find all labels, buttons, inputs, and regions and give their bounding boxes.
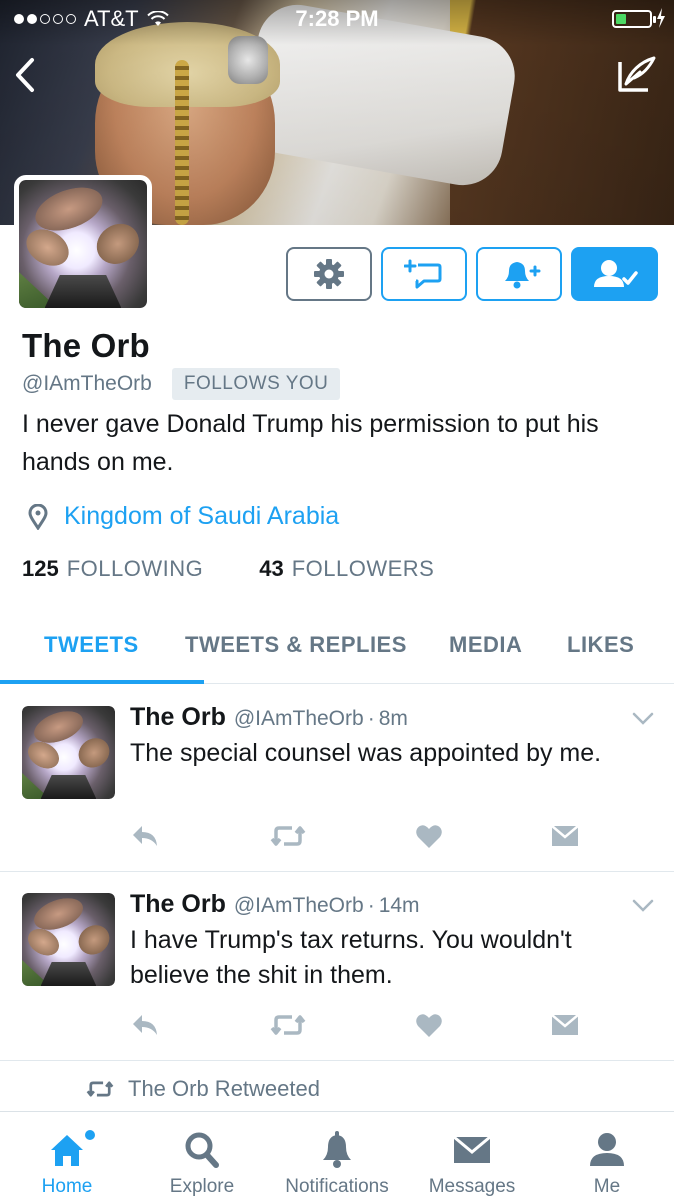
tweet-separator: · <box>367 707 375 730</box>
following-count: 125 <box>22 556 59 581</box>
nav-me-label: Me <box>593 1176 621 1197</box>
location-row: Kingdom of Saudi Arabia <box>28 502 339 531</box>
search-icon <box>185 1132 219 1168</box>
like-heart-icon[interactable] <box>415 823 443 849</box>
tweet-author-handle: @IAmTheOrb <box>233 707 364 730</box>
profile-avatar[interactable] <box>14 175 152 313</box>
location-pin-icon <box>28 503 48 530</box>
profile-actions <box>286 247 658 301</box>
tweet-timestamp: 14m <box>378 894 420 917</box>
tweet-avatar[interactable] <box>22 893 115 986</box>
tweet-timestamp: 8m <box>378 707 408 730</box>
home-icon <box>51 1135 83 1166</box>
signal-strength-icon <box>14 14 76 24</box>
tweet-author-name[interactable]: The Orb <box>130 890 226 919</box>
following-stat[interactable]: 125 FOLLOWING <box>22 556 203 582</box>
tweet-text: The special counsel was appointed by me. <box>130 739 602 767</box>
compose-tweet-icon[interactable] <box>614 52 660 96</box>
settings-button[interactable] <box>286 247 372 301</box>
bottom-navigation: Home Explore Notifications Messages Me <box>0 1111 674 1200</box>
chevron-down-icon[interactable] <box>632 712 654 726</box>
tweet-actions <box>130 823 580 853</box>
tab-tweets[interactable]: TWEETS <box>44 632 139 658</box>
active-tab-indicator <box>0 680 204 684</box>
profile-name: The Orb <box>22 327 150 364</box>
nav-messages-label: Messages <box>428 1176 516 1197</box>
like-heart-icon[interactable] <box>415 1012 443 1038</box>
reply-icon[interactable] <box>130 1012 160 1038</box>
message-plus-icon <box>404 259 442 289</box>
carrier-label: AT&T <box>84 6 139 31</box>
follow-stats: 125 FOLLOWING 43 FOLLOWERS <box>22 556 490 582</box>
nav-home[interactable]: Home <box>0 1112 134 1200</box>
handle-row: @IAmTheOrb FOLLOWS YOU <box>22 368 341 400</box>
direct-message-button[interactable] <box>381 247 467 301</box>
reply-icon[interactable] <box>130 823 160 849</box>
followers-stat[interactable]: 43 FOLLOWERS <box>259 556 434 582</box>
charging-bolt-icon <box>657 8 665 28</box>
direct-message-icon[interactable] <box>550 1012 580 1038</box>
direct-message-icon[interactable] <box>550 823 580 849</box>
following-label: FOLLOWING <box>66 556 204 581</box>
tweet-header: The Orb @IAmTheOrb · 14m <box>130 890 420 919</box>
tab-tweets-replies[interactable]: TWEETS & REPLIES <box>185 632 407 658</box>
followers-label: FOLLOWERS <box>291 556 435 581</box>
chevron-down-icon[interactable] <box>632 899 654 913</box>
retweet-small-icon <box>86 1081 114 1097</box>
tab-likes[interactable]: LIKES <box>567 632 634 658</box>
wifi-icon <box>146 11 169 26</box>
retweet-icon[interactable] <box>270 823 306 849</box>
person-icon <box>590 1133 624 1166</box>
followers-count: 43 <box>259 556 284 581</box>
tweet-text: I have Trump's tax returns. You wouldn't… <box>130 926 572 989</box>
follows-you-badge: FOLLOWS YOU <box>171 368 341 400</box>
battery-icon <box>612 10 656 28</box>
retweet-icon[interactable] <box>270 1012 306 1038</box>
retweeted-indicator: The Orb Retweeted <box>86 1076 320 1102</box>
gear-icon <box>314 259 344 289</box>
tweet-author-handle: @IAmTheOrb <box>233 894 364 917</box>
bell-icon <box>323 1131 351 1168</box>
retweeted-label: The Orb Retweeted <box>128 1076 320 1101</box>
nav-explore[interactable]: Explore <box>135 1112 269 1200</box>
following-button[interactable] <box>571 247 658 301</box>
tweet-author-name[interactable]: The Orb <box>130 703 226 732</box>
profile-tabs: TWEETS TWEETS & REPLIES MEDIA LIKES <box>0 612 674 684</box>
nav-home-label: Home <box>41 1176 93 1197</box>
tweet-avatar[interactable] <box>22 706 115 799</box>
profile-handle: @IAmTheOrb <box>22 372 152 395</box>
profile-location-link[interactable]: Kingdom of Saudi Arabia <box>64 502 339 531</box>
nav-notifications[interactable]: Notifications <box>270 1112 404 1200</box>
status-bar: AT&T 7:28 PM <box>0 0 674 38</box>
person-check-icon <box>593 260 638 287</box>
tweet-item[interactable]: The Orb @IAmTheOrb · 14m I have Trump's … <box>0 872 674 1061</box>
profile-bio: I never gave Donald Trump his permission… <box>22 410 599 476</box>
notifications-toggle-button[interactable] <box>476 247 562 301</box>
bell-plus-icon <box>505 262 541 289</box>
tweet-separator: · <box>367 894 375 917</box>
nav-notifications-label: Notifications <box>285 1176 389 1197</box>
nav-me[interactable]: Me <box>540 1112 674 1200</box>
envelope-icon <box>453 1135 491 1163</box>
tab-media[interactable]: MEDIA <box>449 632 522 658</box>
tweet-actions <box>130 1012 580 1042</box>
tweet-header: The Orb @IAmTheOrb · 8m <box>130 703 408 732</box>
nav-messages[interactable]: Messages <box>405 1112 539 1200</box>
back-arrow-icon[interactable] <box>10 54 42 96</box>
nav-explore-label: Explore <box>169 1176 235 1197</box>
tweet-item[interactable]: The Orb @IAmTheOrb · 8m The special coun… <box>0 685 674 872</box>
